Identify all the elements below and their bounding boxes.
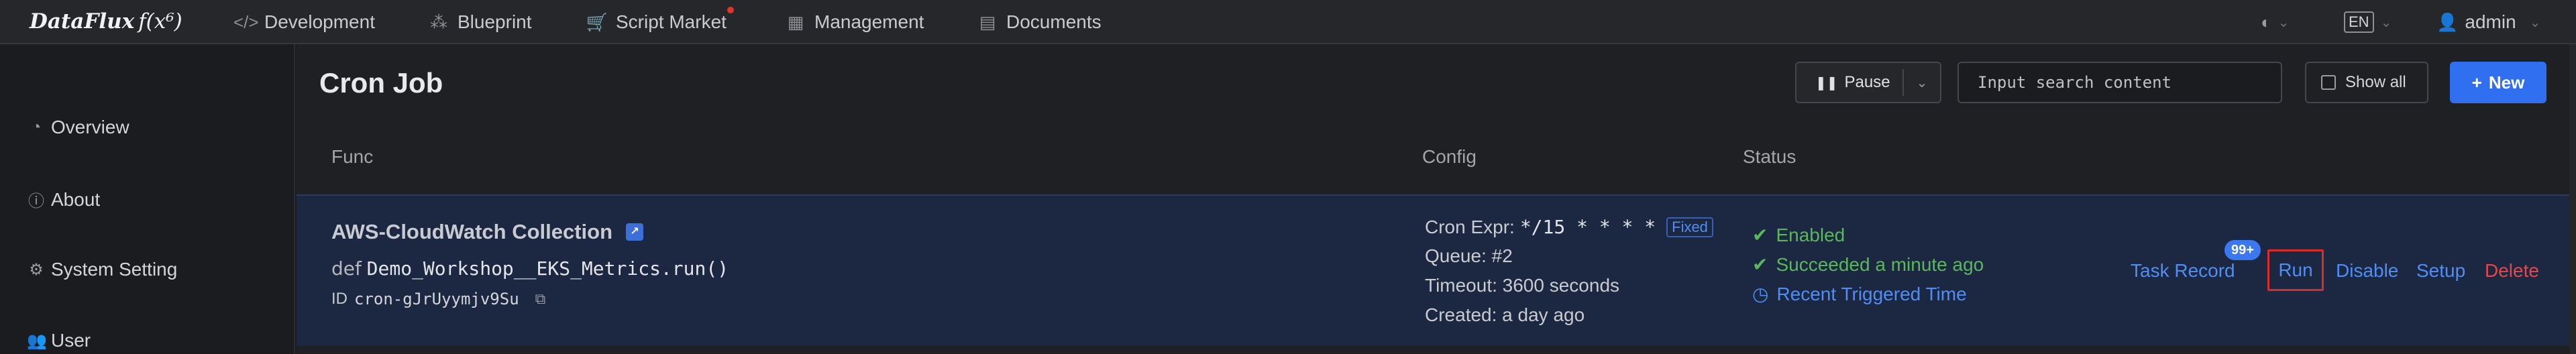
config-queue: Queue: #2	[1425, 245, 1513, 266]
gear-icon: ⚙	[29, 260, 44, 279]
notification-dot	[727, 7, 734, 13]
nav-documents-label: Documents	[1006, 11, 1102, 32]
external-link-icon[interactable]: ↗	[626, 223, 644, 241]
chevron-down-icon: ⌄	[2529, 15, 2541, 30]
theme-icon: ◐	[2261, 11, 2271, 32]
checkbox-icon	[2321, 75, 2336, 90]
recent-triggered-text: Recent Triggered Time	[1776, 283, 1967, 304]
column-header-config: Config	[1422, 146, 1477, 167]
table-row: AWS-CloudWatch Collection ↗ def Demo_Wor…	[297, 194, 2576, 346]
pause-icon: ❚❚	[1815, 75, 1838, 91]
disable-link[interactable]: Disable	[2336, 260, 2398, 282]
language-value: EN	[2344, 11, 2374, 33]
nav-script-market-label: Script Market	[616, 11, 727, 32]
status-enabled: ✔ Enabled	[1752, 224, 1845, 246]
copy-icon[interactable]: ⧉	[535, 290, 546, 308]
task-record-count-badge: 99+	[2224, 240, 2261, 260]
grid-icon: ▦	[787, 11, 804, 32]
status-enabled-text: Enabled	[1776, 224, 1845, 245]
column-header-func: Func	[331, 146, 374, 167]
show-all-checkbox[interactable]: Show all	[2305, 62, 2428, 103]
cron-value: */15 * * * *	[1519, 216, 1656, 238]
window-edge	[2569, 44, 2576, 354]
user-name: admin	[2465, 11, 2516, 32]
status-succeeded-text: Succeeded a minute ago	[1776, 253, 1984, 275]
nav-management-label: Management	[814, 11, 924, 32]
func-name: Demo_Workshop__EKS_Metrics.run()	[366, 257, 729, 280]
top-navbar: DataFlux f(x⁶) </> Development ⁂ Blueprin…	[0, 0, 2576, 44]
pause-dropdown-button[interactable]: ❚❚ Pause ⌄	[1795, 62, 1941, 103]
nav-development-label: Development	[264, 11, 375, 32]
sidebar-item-about[interactable]: ⓘ About	[27, 188, 100, 211]
dashboard-icon: ◔	[31, 118, 42, 136]
nav-script-market[interactable]: 🛒 Script Market	[585, 0, 727, 44]
language-select[interactable]: EN ⌄	[2344, 0, 2392, 44]
pause-label: Pause	[1844, 73, 1890, 91]
pause-button[interactable]: ❚❚ Pause	[1796, 69, 1904, 96]
run-button[interactable]: Run	[2267, 249, 2324, 291]
sidebar-item-user[interactable]: 👥 User	[27, 330, 91, 351]
run-label: Run	[2278, 259, 2313, 280]
code-icon: </>	[233, 11, 259, 32]
sidebar-item-system-setting[interactable]: ⚙ System Setting	[27, 259, 177, 280]
task-record-link[interactable]: Task Record	[2131, 260, 2235, 282]
check-icon: ✔	[1752, 225, 1768, 245]
func-keyword: def	[331, 257, 362, 280]
sidebar: ◔ Overview ⓘ About ⚙ System Setting 👥 Us…	[0, 44, 295, 354]
status-succeeded: ✔ Succeeded a minute ago	[1752, 253, 1984, 276]
recent-triggered-time-link[interactable]: ◷ Recent Triggered Time	[1752, 283, 1967, 305]
id-label: ID	[331, 290, 347, 308]
new-label: New	[2488, 72, 2525, 93]
job-func: def Demo_Workshop__EKS_Metrics.run()	[331, 257, 729, 280]
chevron-down-icon: ⌄	[2277, 15, 2290, 30]
user-menu[interactable]: 👤 admin ⌄	[2436, 0, 2540, 44]
nav-documents[interactable]: ▤ Documents	[975, 0, 1102, 44]
nav-blueprint-label: Blueprint	[458, 11, 532, 32]
show-all-label: Show all	[2345, 73, 2406, 91]
nav-development[interactable]: </> Development	[233, 0, 375, 44]
chevron-down-icon[interactable]: ⌄	[1904, 74, 1940, 91]
sidebar-item-overview[interactable]: ◔ Overview	[27, 117, 129, 138]
config-cron-expr: Cron Expr: */15 * * * * Fixed	[1425, 216, 1713, 238]
brand-logo[interactable]: DataFlux f(x⁶)	[30, 9, 182, 34]
id-value: cron-gJrUyymjv9Su	[354, 290, 519, 308]
check-icon: ✔	[1752, 254, 1768, 275]
brand-name: DataFlux	[30, 9, 135, 34]
theme-toggle[interactable]: ◐ ⌄	[2261, 0, 2289, 44]
blueprint-icon: ⁂	[430, 11, 447, 32]
config-created: Created: a day ago	[1425, 304, 1585, 325]
delete-link[interactable]: Delete	[2485, 260, 2539, 282]
column-header-status: Status	[1743, 146, 1796, 167]
job-id: ID cron-gJrUyymjv9Su ⧉	[331, 290, 545, 308]
sidebar-item-label: About	[51, 188, 101, 210]
cron-label: Cron Expr:	[1425, 216, 1515, 237]
main-content: Cron Job ❚❚ Pause ⌄ Show all + New Func …	[297, 44, 2576, 354]
book-icon: ▤	[979, 11, 996, 32]
nav-blueprint[interactable]: ⁂ Blueprint	[427, 0, 532, 44]
new-button[interactable]: + New	[2450, 62, 2546, 103]
config-timeout: Timeout: 3600 seconds	[1425, 275, 1620, 296]
info-icon: ⓘ	[28, 192, 44, 211]
job-title-text: AWS-CloudWatch Collection	[331, 220, 613, 243]
sidebar-item-label: Overview	[51, 117, 129, 137]
users-icon: 👥	[27, 331, 47, 350]
fixed-badge: Fixed	[1666, 217, 1713, 237]
plus-icon: +	[2471, 72, 2482, 93]
brand-fx: f(x⁶)	[138, 9, 182, 34]
page-title: Cron Job	[319, 67, 443, 99]
user-icon: 👤	[2436, 11, 2459, 32]
clock-icon: ◷	[1752, 284, 1769, 304]
search-input[interactable]	[1957, 62, 2282, 103]
nav-management[interactable]: ▦ Management	[784, 0, 924, 44]
setup-link[interactable]: Setup	[2416, 260, 2465, 282]
job-title: AWS-CloudWatch Collection ↗	[331, 220, 644, 244]
sidebar-item-label: System Setting	[51, 259, 178, 280]
chevron-down-icon: ⌄	[2380, 15, 2392, 30]
cart-icon: 🛒	[586, 11, 608, 32]
sidebar-item-label: User	[51, 330, 91, 351]
